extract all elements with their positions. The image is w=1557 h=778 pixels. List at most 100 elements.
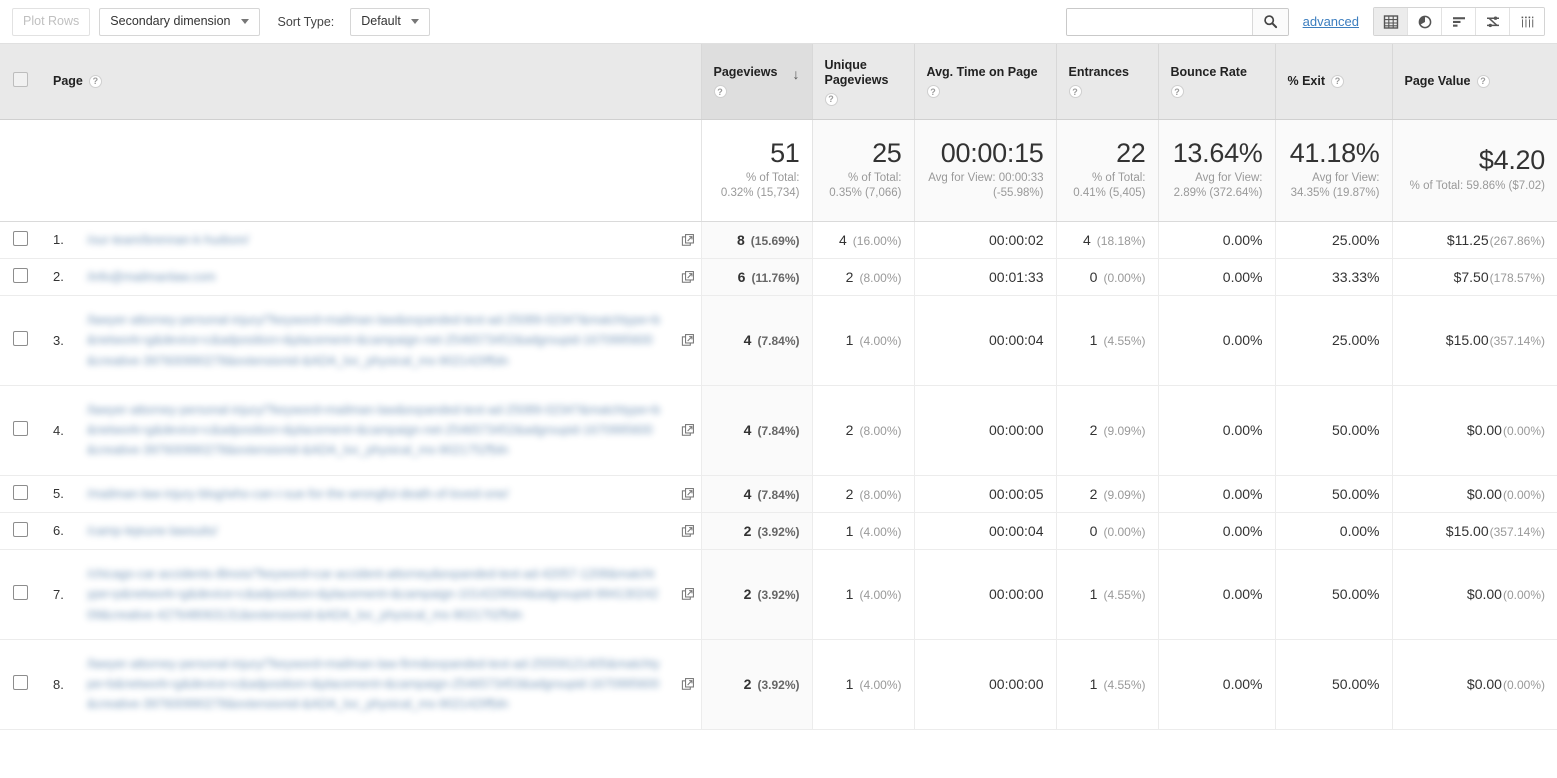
table-row[interactable]: 8. /lawyer-attorney-personal-injury/?keyw… bbox=[0, 639, 1557, 730]
unique-pageviews-pct: (4.00%) bbox=[859, 524, 902, 539]
page-value-pct: (0.00%) bbox=[1502, 678, 1545, 693]
chevron-down-icon bbox=[240, 19, 249, 24]
table-row[interactable]: 7. /chicago-car-accidents-illinois/?keywo… bbox=[0, 549, 1557, 640]
open-external-icon-button[interactable] bbox=[675, 587, 701, 601]
help-icon[interactable]: ? bbox=[1068, 85, 1082, 99]
unique-pageviews-cell: 1 (4.00%) bbox=[812, 549, 915, 640]
row-checkbox[interactable] bbox=[13, 421, 28, 437]
unique-pageviews-cell: 2 (8.00%) bbox=[812, 258, 915, 297]
row-checkbox[interactable] bbox=[13, 675, 28, 691]
help-icon[interactable]: ? bbox=[824, 92, 838, 106]
pageviews-value: 4 bbox=[743, 422, 752, 439]
row-checkbox-cell[interactable] bbox=[0, 295, 41, 386]
entrances-pct: (18.18%) bbox=[1096, 233, 1146, 248]
open-external-icon bbox=[681, 334, 694, 347]
avg-time-on-page-cell: 00:00:04 bbox=[914, 295, 1057, 386]
select-all-header[interactable] bbox=[0, 44, 41, 120]
page-url-link[interactable]: /chicago-car-accidents-illinois/?keyword… bbox=[87, 564, 675, 625]
row-checkbox-cell[interactable] bbox=[0, 475, 41, 513]
row-checkbox-cell[interactable] bbox=[0, 549, 41, 640]
search-box[interactable] bbox=[1065, 7, 1289, 36]
page-url-link[interactable]: /camp-lejeune-lawsuits/ bbox=[87, 521, 675, 541]
pageviews-cell: 6 (11.76%) bbox=[701, 258, 813, 297]
summary-entrances-value: 22 bbox=[1116, 137, 1146, 168]
help-icon[interactable]: ? bbox=[88, 74, 102, 88]
search-button[interactable] bbox=[1251, 8, 1288, 35]
table-row[interactable]: 6. /camp-lejeune-lawsuits/2 (3.92%) 1 (4.00%… bbox=[0, 512, 1557, 551]
header-pageviews[interactable]: Pageviews ? ↓ bbox=[701, 44, 813, 120]
search-input[interactable] bbox=[1066, 8, 1252, 35]
row-checkbox-cell[interactable] bbox=[0, 258, 41, 297]
header-pct-exit[interactable]: % Exit ? bbox=[1275, 44, 1393, 120]
page-url-link[interactable]: /lawyer-attorney-personal-injury/?keywor… bbox=[87, 654, 675, 715]
page-url-link[interactable]: /lawyer-attorney-personal-injury/?keywor… bbox=[87, 400, 675, 461]
summary-pct-exit: 41.18% Avg for View: 34.35% (19.87%) bbox=[1275, 119, 1393, 222]
table-view-icon[interactable] bbox=[1374, 8, 1408, 35]
row-checkbox[interactable] bbox=[13, 585, 28, 601]
row-checkbox-cell[interactable] bbox=[0, 639, 41, 730]
page-url-link[interactable]: /our-team/brennan-k-hudson/ bbox=[87, 230, 675, 250]
open-external-icon-button[interactable] bbox=[675, 677, 701, 691]
open-external-icon-button[interactable] bbox=[675, 233, 701, 247]
table-row[interactable]: 5. /mailman-law-injury-blog/who-can-i-sue… bbox=[0, 475, 1557, 513]
page-url-link[interactable]: /mailman-law-injury-blog/who-can-i-sue-f… bbox=[87, 484, 675, 504]
open-external-icon-button[interactable] bbox=[675, 524, 701, 538]
header-entrances[interactable]: Entrances ? bbox=[1056, 44, 1159, 120]
header-page-value[interactable]: Page Value ? bbox=[1392, 44, 1557, 120]
row-checkbox[interactable] bbox=[13, 267, 28, 283]
page-value-value: $0.00 bbox=[1466, 485, 1502, 502]
open-external-icon-button[interactable] bbox=[675, 487, 701, 501]
table-row[interactable]: 4. /lawyer-attorney-personal-injury/?keyw… bbox=[0, 385, 1557, 476]
pct-exit-value: 25.00% bbox=[1332, 231, 1380, 248]
header-avg-time-on-page-label: Avg. Time on Page bbox=[926, 65, 1038, 80]
entrances-pct: (4.55%) bbox=[1103, 588, 1146, 603]
unique-pageviews-pct: (4.00%) bbox=[859, 678, 902, 693]
performance-bar-view-icon[interactable] bbox=[1442, 8, 1476, 35]
chevron-down-icon bbox=[410, 19, 419, 24]
open-external-icon-button[interactable] bbox=[675, 270, 701, 284]
comparison-view-icon[interactable] bbox=[1476, 8, 1510, 35]
table-body: 51 % of Total: 0.32% (15,734) 25 % of To… bbox=[0, 119, 1557, 730]
row-checkbox-cell[interactable] bbox=[0, 512, 41, 551]
secondary-dimension-dropdown[interactable]: Secondary dimension bbox=[99, 7, 260, 36]
pie-chart-view-icon[interactable] bbox=[1408, 8, 1442, 35]
table-row[interactable]: 1. /our-team/brennan-k-hudson/8 (15.69%) 4 (… bbox=[0, 221, 1557, 259]
advanced-link[interactable]: advanced bbox=[1303, 14, 1359, 29]
help-icon[interactable]: ? bbox=[926, 85, 940, 99]
entrances-value: 1 bbox=[1089, 586, 1098, 603]
summary-unique-pageviews-sub: % of Total: 0.35% (7,066) bbox=[829, 172, 902, 200]
row-checkbox[interactable] bbox=[13, 230, 28, 246]
help-icon[interactable]: ? bbox=[1476, 74, 1490, 88]
select-all-checkbox[interactable] bbox=[13, 72, 28, 88]
page-url-link[interactable]: /info@mailmanlaw.com bbox=[87, 267, 675, 287]
bounce-rate-cell: 0.00% bbox=[1158, 295, 1276, 386]
pivot-view-icon[interactable] bbox=[1510, 8, 1544, 35]
pageviews-value: 2 bbox=[743, 586, 752, 603]
row-checkbox-cell[interactable] bbox=[0, 221, 41, 259]
help-icon[interactable]: ? bbox=[1331, 74, 1345, 88]
row-checkbox[interactable] bbox=[13, 331, 28, 347]
table-row[interactable]: 3. /lawyer-attorney-personal-injury/?keyw… bbox=[0, 295, 1557, 386]
pct-exit-cell: 33.33% bbox=[1275, 258, 1393, 297]
plot-rows-button[interactable]: Plot Rows bbox=[12, 7, 91, 36]
page-url-link[interactable]: /lawyer-attorney-personal-injury/?keywor… bbox=[87, 310, 675, 371]
row-checkbox[interactable] bbox=[13, 484, 28, 500]
sort-type-value: Default bbox=[361, 14, 401, 29]
header-bounce-rate[interactable]: Bounce Rate ? bbox=[1158, 44, 1276, 120]
page-value-pct: (357.14%) bbox=[1489, 524, 1545, 539]
help-icon[interactable]: ? bbox=[1170, 85, 1184, 99]
table-row[interactable]: 2. /info@mailmanlaw.com 6 (11.76%) 2 (8.00%) 0… bbox=[0, 258, 1557, 297]
pageviews-cell: 2 (3.92%) bbox=[701, 549, 813, 640]
header-unique-pageviews[interactable]: Unique Pageviews ? bbox=[812, 44, 915, 120]
open-external-icon-button[interactable] bbox=[675, 333, 701, 347]
page-value-cell: $0.00(0.00%) bbox=[1392, 549, 1557, 640]
sort-type-dropdown[interactable]: Default bbox=[350, 7, 430, 36]
header-avg-time-on-page[interactable]: Avg. Time on Page ? bbox=[914, 44, 1057, 120]
header-page[interactable]: Page ? bbox=[41, 44, 702, 120]
sort-descending-icon[interactable]: ↓ bbox=[793, 65, 800, 81]
row-checkbox[interactable] bbox=[13, 521, 28, 537]
open-external-icon-button[interactable] bbox=[675, 423, 701, 437]
comparison-icon bbox=[1486, 16, 1499, 27]
help-icon[interactable]: ? bbox=[713, 85, 727, 99]
row-checkbox-cell[interactable] bbox=[0, 385, 41, 476]
